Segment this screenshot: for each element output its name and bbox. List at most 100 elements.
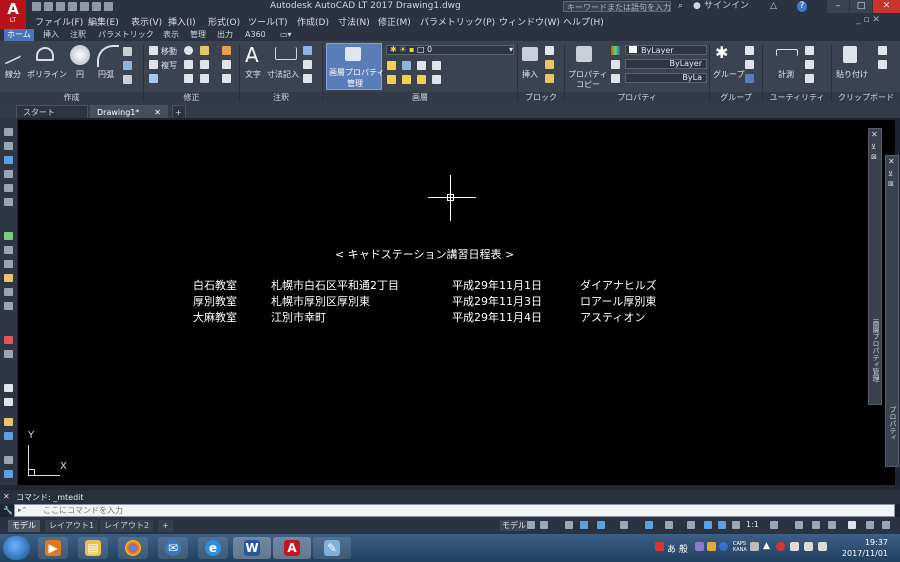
undo-icon[interactable] xyxy=(92,2,101,11)
save-as-icon[interactable] xyxy=(68,2,77,11)
new-tab-button[interactable]: + xyxy=(172,105,186,118)
annotation-scale-value[interactable]: 1:1 xyxy=(746,520,759,529)
menu-icon[interactable] xyxy=(882,521,890,529)
quick-access-toolbar[interactable] xyxy=(32,2,113,12)
scale-icon[interactable] xyxy=(184,74,193,83)
drawing-date[interactable]: 平成29年11月3日 xyxy=(452,293,542,309)
menu-tools[interactable]: ツール(T) xyxy=(248,15,288,28)
close-button[interactable]: ✕ xyxy=(873,0,900,13)
drawing-venue[interactable]: アスティオン xyxy=(580,309,645,325)
panel-group-title[interactable]: グループ xyxy=(710,92,762,103)
pin-icon[interactable]: ⊻ xyxy=(888,170,893,178)
tool-icon[interactable] xyxy=(4,350,13,358)
panel-modify-title[interactable]: 修正 xyxy=(144,92,239,103)
application-menu-button[interactable]: A LT xyxy=(0,0,26,29)
tool-icon[interactable] xyxy=(4,232,13,240)
rotate-icon[interactable] xyxy=(184,46,193,55)
explode-icon[interactable] xyxy=(222,60,231,69)
polar-icon[interactable] xyxy=(580,521,588,529)
move-icon[interactable] xyxy=(149,46,158,55)
wrench-icon[interactable]: 🔧 xyxy=(3,506,13,515)
drawing-room[interactable]: 白石教室 xyxy=(193,277,237,293)
close-icon[interactable]: ✕ xyxy=(888,157,895,166)
command-line[interactable]: ▸⌃ xyxy=(14,504,895,517)
tool-icon[interactable] xyxy=(4,432,13,440)
group-edit-icon[interactable] xyxy=(745,60,754,69)
drawing-room[interactable]: 大麻教室 xyxy=(193,309,237,325)
model-space-button[interactable]: モデル xyxy=(500,520,528,531)
attribute-icon[interactable] xyxy=(545,74,554,83)
add-layout-button[interactable]: + xyxy=(158,520,173,532)
close-icon[interactable]: ✕ xyxy=(3,492,10,501)
copy-clip-icon[interactable] xyxy=(878,60,887,69)
inner-window-controls[interactable]: _ ▫ ✕ xyxy=(856,15,880,25)
close-icon[interactable]: ✕ xyxy=(871,130,878,139)
taskbar-app-autocad[interactable]: A xyxy=(273,537,311,559)
panel-properties-title[interactable]: プロパティ xyxy=(565,92,709,103)
text-tool-icon[interactable] xyxy=(4,398,13,406)
print-icon[interactable] xyxy=(80,2,89,11)
save-icon[interactable] xyxy=(56,2,65,11)
drawing-date[interactable]: 平成29年11月4日 xyxy=(452,309,542,325)
grid-icon[interactable] xyxy=(527,521,535,529)
app-tray-icon[interactable] xyxy=(776,542,785,551)
insert-tool-label[interactable]: 挿入 xyxy=(522,69,538,80)
taskbar-app-thunderbird[interactable]: ✉ xyxy=(158,537,188,559)
tool-icon[interactable] xyxy=(4,288,13,296)
help-icon[interactable]: ? xyxy=(797,1,807,12)
paste-icon[interactable] xyxy=(843,46,857,63)
tool-icon[interactable] xyxy=(4,274,13,282)
table-icon[interactable] xyxy=(303,74,312,83)
fillet-icon[interactable] xyxy=(200,60,209,69)
drawing-address[interactable]: 江別市幸町 xyxy=(271,309,326,325)
rectangle-icon[interactable] xyxy=(123,47,132,56)
leader-icon[interactable] xyxy=(303,46,312,55)
settings-icon[interactable]: ⊠ xyxy=(888,180,894,188)
offset-icon[interactable] xyxy=(222,74,231,83)
tab-parametric[interactable]: パラメトリック xyxy=(95,29,157,41)
tool-icon[interactable] xyxy=(4,246,13,254)
tab-model[interactable]: モデル xyxy=(8,520,40,532)
ortho-icon[interactable] xyxy=(565,521,573,529)
tab-manage[interactable]: 管理 xyxy=(187,29,209,41)
customize-icon[interactable] xyxy=(866,521,874,529)
circle-tool-label[interactable]: 円 xyxy=(76,69,84,80)
pin-icon[interactable]: ⊻ xyxy=(871,143,876,151)
tool-icon[interactable] xyxy=(4,418,13,426)
plus-icon[interactable] xyxy=(795,521,803,529)
tab-start[interactable]: スタート xyxy=(16,105,88,118)
tab-output[interactable]: 出力 xyxy=(214,29,236,41)
lineweight-toggle-icon[interactable] xyxy=(645,521,653,529)
menu-parametric[interactable]: パラメトリック(P) xyxy=(420,15,495,28)
auto-scale-icon[interactable] xyxy=(718,521,726,529)
isolate-icon[interactable] xyxy=(812,521,820,529)
layer-properties-palette[interactable]: ✕ ⊻ ⊠ 画層プロパティ管理 xyxy=(868,128,882,405)
volume-icon[interactable] xyxy=(818,542,827,551)
mirror-icon[interactable] xyxy=(184,60,193,69)
signin-button[interactable]: サインイン xyxy=(704,1,749,12)
arc-icon[interactable] xyxy=(97,45,119,67)
panel-layer-title[interactable]: 画層 xyxy=(323,92,517,103)
multileader-icon[interactable] xyxy=(303,60,312,69)
tab-layout2[interactable]: レイアウト2 xyxy=(100,520,154,532)
match-properties-icon[interactable] xyxy=(576,46,592,62)
create-block-icon[interactable] xyxy=(545,46,554,55)
menu-edit[interactable]: 編集(E) xyxy=(88,15,119,28)
panel-utilities-title[interactable]: ユーティリティ xyxy=(763,92,831,103)
tab-annotate[interactable]: 注釈 xyxy=(67,29,89,41)
paste-tool-label[interactable]: 貼り付け xyxy=(836,69,868,80)
tab-a360[interactable]: A360 xyxy=(242,29,269,41)
settings-icon[interactable]: ⊠ xyxy=(871,153,877,161)
panel-block-title[interactable]: ブロック xyxy=(518,92,564,103)
menu-modify[interactable]: 修正(M) xyxy=(378,15,411,28)
layer-tool-icon[interactable] xyxy=(387,61,396,70)
tool-icon[interactable] xyxy=(4,456,13,464)
tool-icon[interactable] xyxy=(4,142,13,150)
measure-icon[interactable] xyxy=(776,49,798,56)
line-tool-label[interactable]: 線分 xyxy=(5,69,21,80)
snap-icon[interactable] xyxy=(540,521,548,529)
show-hidden-icons[interactable]: ▲ xyxy=(763,541,770,551)
menu-format[interactable]: 形式(O) xyxy=(208,15,240,28)
annotation-scale-icon[interactable] xyxy=(732,521,740,529)
tool-icon[interactable] xyxy=(4,470,13,478)
